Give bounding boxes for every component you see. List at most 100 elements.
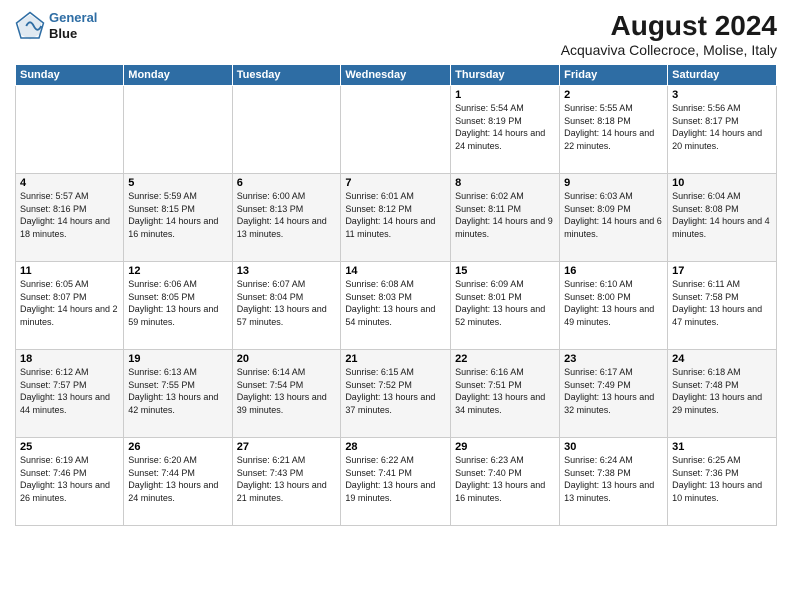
calendar-cell: 9Sunrise: 6:03 AM Sunset: 8:09 PM Daylig… [560, 174, 668, 262]
page: General Blue August 2024 Acquaviva Colle… [0, 0, 792, 612]
day-number: 30 [564, 441, 663, 453]
calendar-cell: 30Sunrise: 6:24 AM Sunset: 7:38 PM Dayli… [560, 438, 668, 526]
calendar-week-row: 18Sunrise: 6:12 AM Sunset: 7:57 PM Dayli… [16, 350, 777, 438]
day-number: 15 [455, 265, 555, 277]
calendar-cell: 3Sunrise: 5:56 AM Sunset: 8:17 PM Daylig… [668, 86, 777, 174]
calendar-cell: 8Sunrise: 6:02 AM Sunset: 8:11 PM Daylig… [451, 174, 560, 262]
day-number: 5 [128, 177, 227, 189]
calendar-cell: 23Sunrise: 6:17 AM Sunset: 7:49 PM Dayli… [560, 350, 668, 438]
day-number: 13 [237, 265, 337, 277]
day-info: Sunrise: 6:06 AM Sunset: 8:05 PM Dayligh… [128, 278, 227, 328]
day-info: Sunrise: 6:11 AM Sunset: 7:58 PM Dayligh… [672, 278, 772, 328]
calendar-cell: 14Sunrise: 6:08 AM Sunset: 8:03 PM Dayli… [341, 262, 451, 350]
day-number: 9 [564, 177, 663, 189]
day-info: Sunrise: 6:16 AM Sunset: 7:51 PM Dayligh… [455, 366, 555, 416]
day-info: Sunrise: 6:01 AM Sunset: 8:12 PM Dayligh… [345, 190, 446, 240]
subtitle: Acquaviva Collecroce, Molise, Italy [561, 42, 777, 58]
day-of-week-header: Thursday [451, 65, 560, 86]
title-block: August 2024 Acquaviva Collecroce, Molise… [561, 10, 777, 58]
day-number: 11 [20, 265, 119, 277]
calendar-cell: 7Sunrise: 6:01 AM Sunset: 8:12 PM Daylig… [341, 174, 451, 262]
calendar-week-row: 11Sunrise: 6:05 AM Sunset: 8:07 PM Dayli… [16, 262, 777, 350]
calendar-cell: 15Sunrise: 6:09 AM Sunset: 8:01 PM Dayli… [451, 262, 560, 350]
calendar-cell: 31Sunrise: 6:25 AM Sunset: 7:36 PM Dayli… [668, 438, 777, 526]
day-number: 24 [672, 353, 772, 365]
calendar-cell: 20Sunrise: 6:14 AM Sunset: 7:54 PM Dayli… [232, 350, 341, 438]
calendar-cell [341, 86, 451, 174]
calendar-cell: 22Sunrise: 6:16 AM Sunset: 7:51 PM Dayli… [451, 350, 560, 438]
day-info: Sunrise: 6:21 AM Sunset: 7:43 PM Dayligh… [237, 454, 337, 504]
day-number: 2 [564, 89, 663, 101]
day-number: 27 [237, 441, 337, 453]
day-number: 4 [20, 177, 119, 189]
header: General Blue August 2024 Acquaviva Colle… [15, 10, 777, 58]
day-info: Sunrise: 6:20 AM Sunset: 7:44 PM Dayligh… [128, 454, 227, 504]
day-number: 23 [564, 353, 663, 365]
calendar: SundayMondayTuesdayWednesdayThursdayFrid… [15, 64, 777, 526]
day-info: Sunrise: 5:56 AM Sunset: 8:17 PM Dayligh… [672, 102, 772, 152]
day-info: Sunrise: 6:22 AM Sunset: 7:41 PM Dayligh… [345, 454, 446, 504]
day-info: Sunrise: 6:03 AM Sunset: 8:09 PM Dayligh… [564, 190, 663, 240]
logo-line1: General [49, 10, 97, 25]
logo-text: General Blue [49, 10, 97, 41]
day-number: 26 [128, 441, 227, 453]
day-number: 1 [455, 89, 555, 101]
day-number: 12 [128, 265, 227, 277]
calendar-header-row: SundayMondayTuesdayWednesdayThursdayFrid… [16, 65, 777, 86]
calendar-cell: 13Sunrise: 6:07 AM Sunset: 8:04 PM Dayli… [232, 262, 341, 350]
day-of-week-header: Tuesday [232, 65, 341, 86]
calendar-cell [124, 86, 232, 174]
day-number: 17 [672, 265, 772, 277]
calendar-cell: 18Sunrise: 6:12 AM Sunset: 7:57 PM Dayli… [16, 350, 124, 438]
calendar-cell: 17Sunrise: 6:11 AM Sunset: 7:58 PM Dayli… [668, 262, 777, 350]
day-number: 19 [128, 353, 227, 365]
calendar-cell: 28Sunrise: 6:22 AM Sunset: 7:41 PM Dayli… [341, 438, 451, 526]
calendar-cell: 24Sunrise: 6:18 AM Sunset: 7:48 PM Dayli… [668, 350, 777, 438]
day-number: 7 [345, 177, 446, 189]
calendar-cell: 11Sunrise: 6:05 AM Sunset: 8:07 PM Dayli… [16, 262, 124, 350]
calendar-cell: 25Sunrise: 6:19 AM Sunset: 7:46 PM Dayli… [16, 438, 124, 526]
day-number: 31 [672, 441, 772, 453]
day-number: 8 [455, 177, 555, 189]
calendar-cell: 29Sunrise: 6:23 AM Sunset: 7:40 PM Dayli… [451, 438, 560, 526]
day-info: Sunrise: 6:07 AM Sunset: 8:04 PM Dayligh… [237, 278, 337, 328]
day-info: Sunrise: 5:55 AM Sunset: 8:18 PM Dayligh… [564, 102, 663, 152]
day-of-week-header: Wednesday [341, 65, 451, 86]
calendar-cell: 10Sunrise: 6:04 AM Sunset: 8:08 PM Dayli… [668, 174, 777, 262]
calendar-cell: 21Sunrise: 6:15 AM Sunset: 7:52 PM Dayli… [341, 350, 451, 438]
day-number: 25 [20, 441, 119, 453]
calendar-cell: 1Sunrise: 5:54 AM Sunset: 8:19 PM Daylig… [451, 86, 560, 174]
day-info: Sunrise: 6:12 AM Sunset: 7:57 PM Dayligh… [20, 366, 119, 416]
day-number: 29 [455, 441, 555, 453]
logo-line2: Blue [49, 26, 97, 42]
day-info: Sunrise: 6:24 AM Sunset: 7:38 PM Dayligh… [564, 454, 663, 504]
day-info: Sunrise: 6:17 AM Sunset: 7:49 PM Dayligh… [564, 366, 663, 416]
day-number: 3 [672, 89, 772, 101]
calendar-cell [16, 86, 124, 174]
calendar-week-row: 25Sunrise: 6:19 AM Sunset: 7:46 PM Dayli… [16, 438, 777, 526]
calendar-cell: 2Sunrise: 5:55 AM Sunset: 8:18 PM Daylig… [560, 86, 668, 174]
day-info: Sunrise: 6:04 AM Sunset: 8:08 PM Dayligh… [672, 190, 772, 240]
day-info: Sunrise: 6:19 AM Sunset: 7:46 PM Dayligh… [20, 454, 119, 504]
logo-icon [15, 11, 45, 41]
calendar-cell: 16Sunrise: 6:10 AM Sunset: 8:00 PM Dayli… [560, 262, 668, 350]
calendar-cell: 12Sunrise: 6:06 AM Sunset: 8:05 PM Dayli… [124, 262, 232, 350]
main-title: August 2024 [561, 10, 777, 42]
day-info: Sunrise: 6:25 AM Sunset: 7:36 PM Dayligh… [672, 454, 772, 504]
day-info: Sunrise: 6:00 AM Sunset: 8:13 PM Dayligh… [237, 190, 337, 240]
day-info: Sunrise: 5:57 AM Sunset: 8:16 PM Dayligh… [20, 190, 119, 240]
day-info: Sunrise: 6:13 AM Sunset: 7:55 PM Dayligh… [128, 366, 227, 416]
day-info: Sunrise: 5:54 AM Sunset: 8:19 PM Dayligh… [455, 102, 555, 152]
day-number: 10 [672, 177, 772, 189]
day-number: 6 [237, 177, 337, 189]
day-number: 28 [345, 441, 446, 453]
day-info: Sunrise: 6:10 AM Sunset: 8:00 PM Dayligh… [564, 278, 663, 328]
day-info: Sunrise: 6:14 AM Sunset: 7:54 PM Dayligh… [237, 366, 337, 416]
day-of-week-header: Saturday [668, 65, 777, 86]
day-of-week-header: Sunday [16, 65, 124, 86]
day-info: Sunrise: 6:23 AM Sunset: 7:40 PM Dayligh… [455, 454, 555, 504]
day-info: Sunrise: 6:08 AM Sunset: 8:03 PM Dayligh… [345, 278, 446, 328]
day-info: Sunrise: 6:15 AM Sunset: 7:52 PM Dayligh… [345, 366, 446, 416]
day-number: 20 [237, 353, 337, 365]
calendar-cell: 26Sunrise: 6:20 AM Sunset: 7:44 PM Dayli… [124, 438, 232, 526]
